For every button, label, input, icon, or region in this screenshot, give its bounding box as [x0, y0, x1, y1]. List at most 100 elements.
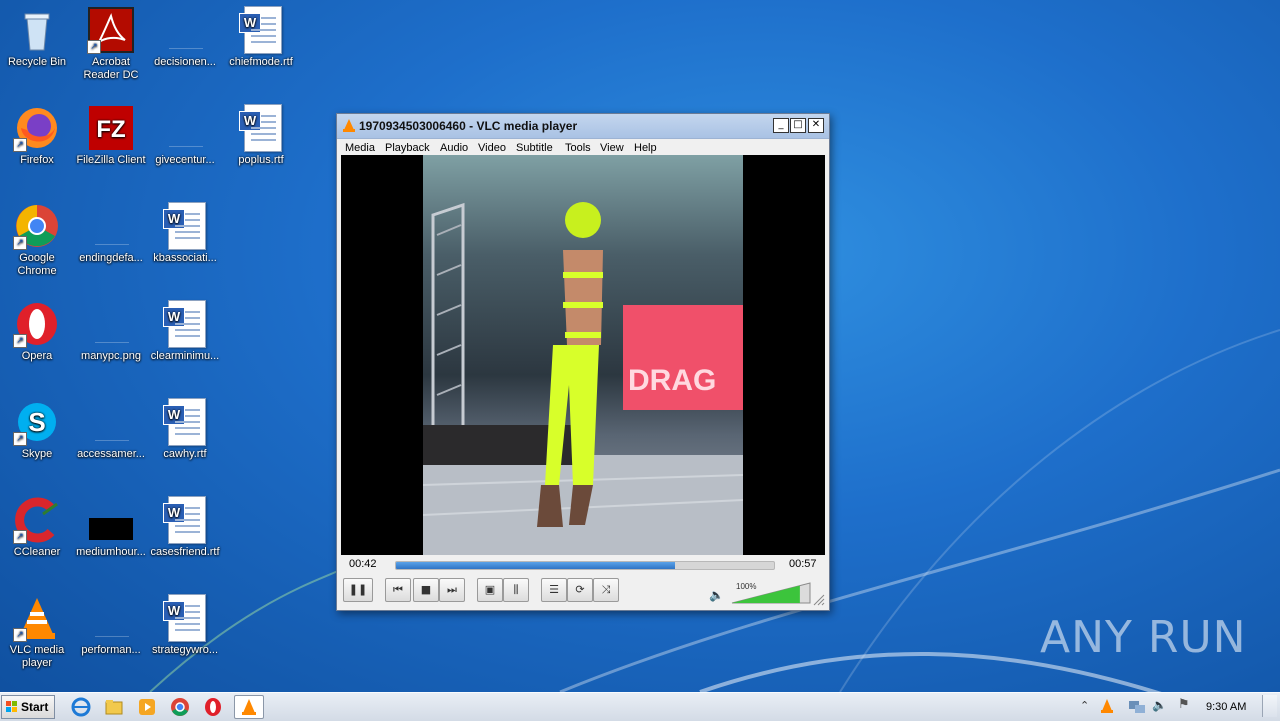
word-doc-icon: W [161, 594, 209, 642]
menu-video[interactable]: Video [478, 142, 506, 154]
desktop-icon-givecentur[interactable]: givecentur... [148, 104, 222, 167]
desktop-icon-skype[interactable]: S ↗ Skype [0, 398, 74, 461]
image-file-icon [87, 496, 135, 544]
video-frame: DRAG [423, 155, 743, 555]
file-icon [161, 6, 209, 54]
chrome-icon: ↗ [13, 202, 61, 250]
desktop-icon-acrobat[interactable]: ↗ Acrobat Reader DC [74, 6, 148, 82]
shortcut-arrow-icon: ↗ [87, 40, 101, 54]
menu-audio[interactable]: Audio [440, 142, 468, 154]
svg-text:S: S [28, 407, 45, 437]
firefox-icon: ↗ [13, 104, 61, 152]
desktop-icon-opera[interactable]: ↗ Opera [0, 300, 74, 363]
fullscreen-button[interactable]: ▣ [477, 578, 503, 602]
menu-media[interactable]: Media [345, 142, 375, 154]
ccleaner-icon: ↗ [13, 496, 61, 544]
desktop-icon-cawhy[interactable]: W cawhy.rtf [148, 398, 222, 461]
file-icon [87, 202, 135, 250]
next-button[interactable]: ⏭ [439, 578, 465, 602]
shortcut-arrow-icon: ↗ [13, 530, 27, 544]
elapsed-time: 00:42 [349, 558, 377, 570]
previous-button[interactable]: ⏮ [385, 578, 411, 602]
desktop-icon-vlc[interactable]: ↗ VLC media player [0, 594, 74, 670]
menu-subtitle[interactable]: Subtitle [516, 142, 553, 154]
sign-text: DRAG [628, 364, 716, 397]
desktop-icon-filezilla[interactable]: FZ FileZilla Client [74, 104, 148, 167]
speaker-icon[interactable]: 🔈 [709, 588, 724, 602]
volume-tray-icon[interactable]: 🔈 [1152, 698, 1167, 712]
desktop-icon-kbassociati[interactable]: W kbassociati... [148, 202, 222, 265]
anyrun-watermark: ANY RUN [1040, 612, 1247, 663]
stop-button[interactable]: ■ [413, 578, 439, 602]
opera-icon: ↗ [13, 300, 61, 348]
desktop-icon-accessamer[interactable]: accessamer... [74, 398, 148, 461]
word-doc-icon: W [161, 202, 209, 250]
vlc-window[interactable]: 1970934503006460 - VLC media player _ □ … [336, 113, 830, 611]
network-icon[interactable] [1128, 698, 1146, 714]
video-scene: DRAG [423, 202, 743, 555]
opera-icon[interactable] [202, 696, 224, 718]
recycle-bin-icon [13, 6, 61, 54]
resize-grip-icon[interactable] [813, 594, 825, 606]
playlist-button[interactable]: ☰ [541, 578, 567, 602]
desktop-icon-poplus[interactable]: W poplus.rtf [224, 104, 298, 167]
vlc-title-bar[interactable]: 1970934503006460 - VLC media player _ □ … [337, 114, 829, 139]
word-doc-icon: W [161, 496, 209, 544]
file-icon [161, 104, 209, 152]
desktop-icon-casesfriend[interactable]: W casesfriend.rtf [148, 496, 222, 559]
taskbar: Start ⌃ 🔈 ⚑ 9:30 AM [0, 692, 1280, 721]
close-button[interactable]: ✕ [808, 118, 824, 133]
video-area[interactable]: DRAG [341, 155, 825, 555]
show-desktop-button[interactable] [1262, 695, 1277, 717]
extended-settings-button[interactable]: ⫼ [503, 578, 529, 602]
start-button[interactable]: Start [1, 695, 55, 719]
desktop-icon-clearminimu[interactable]: W clearminimu... [148, 300, 222, 363]
skype-icon: S ↗ [13, 398, 61, 446]
desktop-icon-endingdefa[interactable]: endingdefa... [74, 202, 148, 265]
pause-button[interactable]: ❚❚ [343, 578, 373, 602]
tray-vlc-icon[interactable] [1099, 698, 1115, 714]
desktop-icon-performan[interactable]: performan... [74, 594, 148, 657]
internet-explorer-icon[interactable] [70, 696, 92, 718]
minimize-button[interactable]: _ [773, 118, 789, 133]
word-doc-icon: W [161, 300, 209, 348]
menu-playback[interactable]: Playback [385, 142, 430, 154]
svg-text:FZ: FZ [96, 116, 125, 143]
volume-slider[interactable] [730, 581, 812, 605]
desktop-icon-decisionen[interactable]: decisionen... [148, 6, 222, 69]
shortcut-arrow-icon: ↗ [13, 334, 27, 348]
word-doc-icon: W [161, 398, 209, 446]
desktop-icon-manypc[interactable]: manypc.png [74, 300, 148, 363]
desktop-icon-recycle-bin[interactable]: Recycle Bin [0, 6, 74, 69]
action-center-flag-icon[interactable]: ⚑ [1178, 697, 1190, 712]
desktop-icon-mediumhour[interactable]: mediumhour... [74, 496, 148, 559]
word-doc-icon: W [237, 6, 285, 54]
acrobat-icon: ↗ [87, 6, 135, 54]
total-time: 00:57 [789, 558, 817, 570]
menu-tools[interactable]: Tools [565, 142, 591, 154]
file-icon [87, 594, 135, 642]
menu-view[interactable]: View [600, 142, 624, 154]
chrome-icon[interactable] [169, 696, 191, 718]
tray-expand-icon[interactable]: ⌃ [1080, 699, 1089, 712]
clock[interactable]: 9:30 AM [1206, 701, 1246, 713]
word-doc-icon: W [237, 104, 285, 152]
media-player-icon[interactable] [136, 696, 158, 718]
shortcut-arrow-icon: ↗ [13, 138, 27, 152]
taskbar-vlc-button[interactable] [234, 695, 264, 719]
desktop-icon-chiefmode[interactable]: W chiefmode.rtf [224, 6, 298, 69]
maximize-button[interactable]: □ [790, 118, 806, 133]
loop-button[interactable]: ⟳ [567, 578, 593, 602]
file-explorer-icon[interactable] [103, 696, 125, 718]
seek-slider[interactable] [395, 561, 775, 570]
menu-help[interactable]: Help [634, 142, 657, 154]
shortcut-arrow-icon: ↗ [13, 236, 27, 250]
desktop-icon-chrome[interactable]: ↗ Google Chrome [0, 202, 74, 278]
shuffle-button[interactable]: ⤨ [593, 578, 619, 602]
desktop-icon-strategywro[interactable]: W strategywro... [148, 594, 222, 657]
vlc-icon [242, 699, 256, 715]
desktop-icon-firefox[interactable]: ↗ Firefox [0, 104, 74, 167]
vlc-icon: ↗ [13, 594, 61, 642]
desktop-icon-ccleaner[interactable]: ↗ CCleaner [0, 496, 74, 559]
vlc-icon [343, 119, 355, 132]
